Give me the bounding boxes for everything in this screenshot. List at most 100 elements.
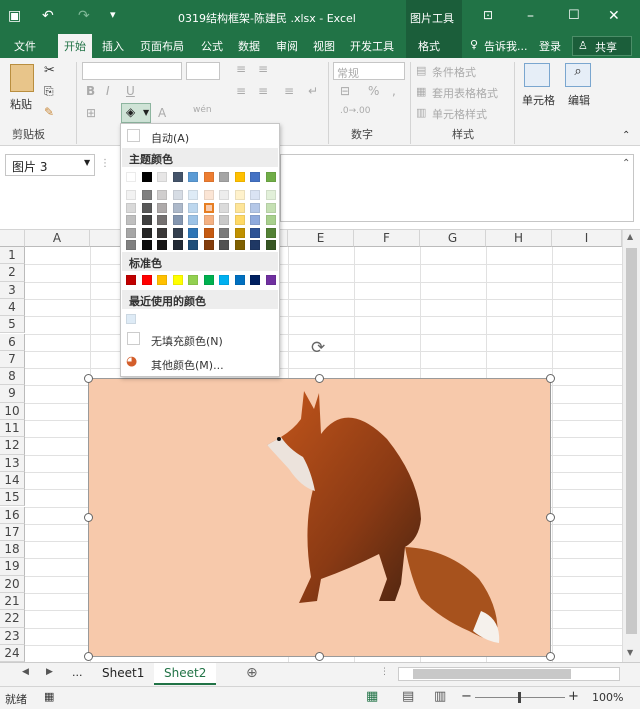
rotate-handle-icon[interactable]: ⟳ xyxy=(311,338,325,358)
sheet-tab-sheet1[interactable]: Sheet1 xyxy=(92,663,154,685)
row-header[interactable]: 21 xyxy=(0,593,25,611)
wrap-text-icon[interactable]: ↵ xyxy=(308,84,318,98)
tab-data[interactable]: 数据 xyxy=(238,38,260,54)
standard-color-swatch[interactable] xyxy=(234,275,245,285)
theme-color-swatch[interactable] xyxy=(203,227,214,238)
row-header[interactable]: 20 xyxy=(0,575,25,593)
formula-input[interactable] xyxy=(280,154,634,222)
column-header[interactable]: A xyxy=(25,230,90,247)
hscroll-thumb[interactable] xyxy=(413,669,571,679)
row-header[interactable]: 1 xyxy=(0,247,25,265)
standard-color-swatch[interactable] xyxy=(157,275,167,285)
more-sheets-button[interactable]: ... xyxy=(72,666,83,679)
tab-review[interactable]: 审阅 xyxy=(276,38,298,54)
theme-color-swatch[interactable] xyxy=(157,240,167,250)
theme-color-swatch[interactable] xyxy=(172,202,183,213)
prev-sheet-icon[interactable]: ◀ xyxy=(22,667,29,677)
theme-color-swatch[interactable] xyxy=(203,172,214,182)
column-header[interactable]: I xyxy=(552,230,622,247)
theme-color-swatch[interactable] xyxy=(234,227,245,238)
theme-color-swatch[interactable] xyxy=(265,190,276,200)
name-box[interactable]: 图片 3 ▼ xyxy=(5,154,95,176)
theme-color-swatch[interactable] xyxy=(265,202,276,213)
customize-qat-icon[interactable]: ▾ xyxy=(110,8,116,21)
theme-color-swatch[interactable] xyxy=(157,190,167,200)
tab-formulas[interactable]: 公式 xyxy=(201,38,223,54)
theme-color-swatch[interactable] xyxy=(250,172,260,182)
row-header[interactable]: 16 xyxy=(0,506,25,524)
normal-view-icon[interactable]: ▦ xyxy=(366,689,378,704)
login-link[interactable]: 登录 xyxy=(539,38,561,54)
zoom-in-button[interactable]: + xyxy=(568,689,579,704)
theme-color-swatch[interactable] xyxy=(203,202,214,213)
theme-color-swatch[interactable] xyxy=(126,172,136,182)
theme-color-swatch[interactable] xyxy=(157,202,167,213)
theme-color-swatch[interactable] xyxy=(219,215,229,225)
standard-color-swatch[interactable] xyxy=(126,275,136,285)
collapse-ribbon-icon[interactable]: ⌃ xyxy=(622,130,630,141)
tab-format[interactable]: 格式 xyxy=(418,38,440,54)
theme-color-swatch[interactable] xyxy=(172,190,183,200)
theme-color-swatch[interactable] xyxy=(219,240,229,250)
row-header[interactable]: 10 xyxy=(0,402,25,420)
standard-color-swatch[interactable] xyxy=(219,275,229,285)
theme-color-swatch[interactable] xyxy=(126,202,136,213)
theme-color-swatch[interactable] xyxy=(219,190,229,200)
theme-color-swatch[interactable] xyxy=(141,227,152,238)
row-header[interactable]: 22 xyxy=(0,610,25,628)
theme-color-swatch[interactable] xyxy=(188,190,198,200)
align-middle-icon[interactable]: ≡ xyxy=(258,62,268,76)
cut-icon[interactable]: ✂ xyxy=(44,63,55,78)
undo-icon[interactable]: ↶ xyxy=(42,8,54,24)
theme-color-swatch[interactable] xyxy=(203,215,214,225)
row-header[interactable]: 17 xyxy=(0,523,25,542)
theme-color-swatch[interactable] xyxy=(126,215,136,225)
theme-color-swatch[interactable] xyxy=(265,227,276,238)
theme-color-swatch[interactable] xyxy=(172,227,183,238)
theme-color-swatch[interactable] xyxy=(250,227,260,238)
row-header[interactable]: 23 xyxy=(0,627,25,645)
theme-color-swatch[interactable] xyxy=(141,190,152,200)
tab-home[interactable]: 开始 xyxy=(58,34,92,58)
page-layout-view-icon[interactable]: ▤ xyxy=(402,689,414,704)
theme-color-swatch[interactable] xyxy=(157,172,167,182)
tab-file[interactable]: 文件 xyxy=(14,38,36,54)
theme-color-swatch[interactable] xyxy=(203,190,214,200)
resize-handle-n[interactable] xyxy=(315,374,324,383)
auto-color-option[interactable]: 自动(A) xyxy=(151,130,189,146)
row-header[interactable]: 8 xyxy=(0,368,25,386)
standard-color-swatch[interactable] xyxy=(172,275,183,285)
row-header[interactable]: 11 xyxy=(0,420,25,438)
sheet-tab-sheet2[interactable]: Sheet2 xyxy=(154,663,217,685)
standard-color-swatch[interactable] xyxy=(250,275,260,285)
number-format-box[interactable]: 常规 xyxy=(333,62,405,80)
underline-button[interactable]: U xyxy=(126,84,135,98)
theme-color-swatch[interactable] xyxy=(219,202,229,213)
search-icon[interactable]: ⌕ xyxy=(565,63,591,87)
theme-color-swatch[interactable] xyxy=(250,215,260,225)
row-header[interactable]: 18 xyxy=(0,541,25,559)
ribbon-display-icon[interactable]: ⊡ xyxy=(483,8,493,22)
row-header[interactable]: 14 xyxy=(0,471,25,490)
maximize-button[interactable]: ☐ xyxy=(568,8,580,23)
resize-handle-nw[interactable] xyxy=(84,374,93,383)
zoom-level[interactable]: 100% xyxy=(592,691,623,704)
add-sheet-icon[interactable]: ⊕ xyxy=(246,665,258,681)
align-top-icon[interactable]: ≡ xyxy=(236,62,246,76)
resize-handle-ne[interactable] xyxy=(546,374,555,383)
theme-color-swatch[interactable] xyxy=(141,202,152,213)
theme-color-swatch[interactable] xyxy=(265,215,276,225)
theme-color-swatch[interactable] xyxy=(188,202,198,213)
theme-color-swatch[interactable] xyxy=(157,215,167,225)
row-header[interactable]: 6 xyxy=(0,333,25,351)
paste-icon[interactable] xyxy=(10,64,34,92)
theme-color-swatch[interactable] xyxy=(188,240,198,250)
expand-formula-icon[interactable]: ⌃ xyxy=(622,158,630,169)
theme-color-swatch[interactable] xyxy=(141,240,152,250)
zoom-slider-thumb[interactable] xyxy=(518,692,521,703)
conditional-format-button[interactable]: 条件格式 xyxy=(432,64,476,80)
more-colors-option[interactable]: 其他颜色(M)... xyxy=(151,357,224,373)
row-header[interactable]: 15 xyxy=(0,489,25,507)
scroll-up-icon[interactable]: ▲ xyxy=(627,232,633,241)
increase-decimal-icon[interactable]: .0→.00 xyxy=(340,106,370,116)
